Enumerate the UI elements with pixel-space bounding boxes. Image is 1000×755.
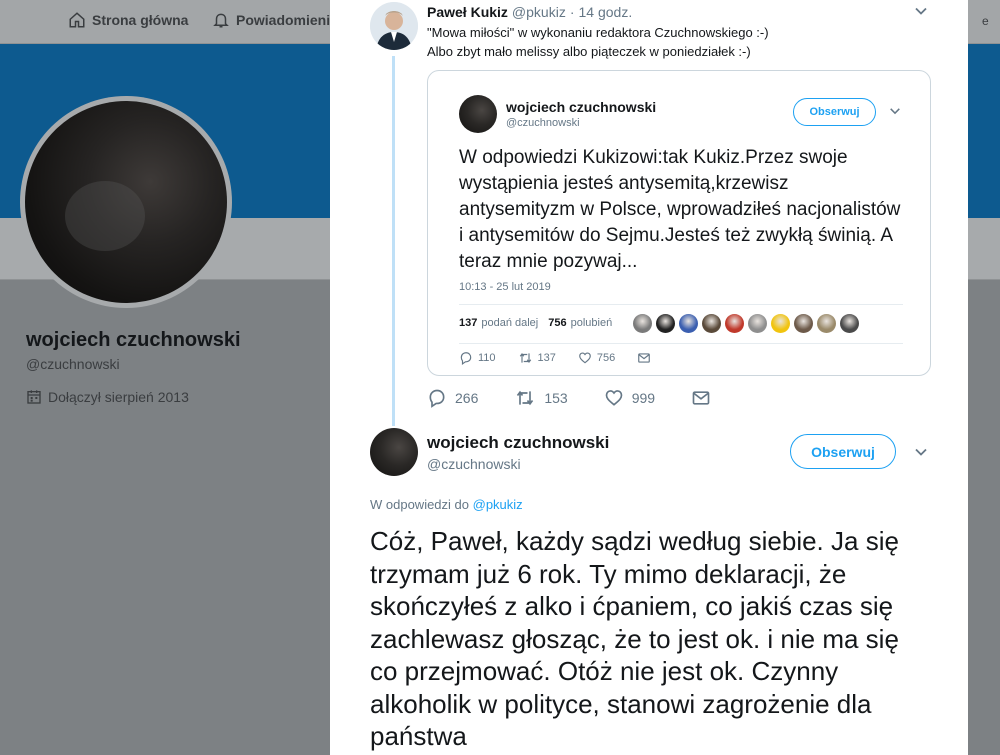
quoted-like-label: polubień (570, 317, 613, 329)
liker-avatar[interactable] (633, 314, 652, 333)
nav-notifications[interactable]: Powiadomienia (212, 11, 338, 29)
liker-avatar[interactable] (702, 314, 721, 333)
envelope-icon (638, 353, 651, 363)
profile-joined-date: Dołączył sierpień 2013 (26, 389, 189, 405)
quoted-tweet-stats: 137 podań dalej 756 polubień (459, 317, 612, 329)
heart-icon (605, 390, 623, 406)
parent-tweet-avatar[interactable] (370, 2, 418, 50)
header-separator: · (569, 4, 575, 20)
quoted-like-action-count: 756 (596, 352, 616, 364)
chevron-down-icon (890, 108, 900, 115)
reply-tweet-text: Cóż, Paweł, każdy sądzi według siebie. J… (370, 526, 899, 751)
calendar-icon (27, 390, 41, 404)
quoted-reply-button[interactable]: 110 (459, 351, 496, 365)
bell-icon (213, 13, 229, 28)
reply-tweet-menu[interactable] (914, 445, 928, 464)
liker-avatar[interactable] (748, 314, 767, 333)
reply-count: 266 (455, 390, 479, 406)
liker-avatar[interactable] (656, 314, 675, 333)
liker-avatar[interactable] (679, 314, 698, 333)
quoted-tweet-timestamp[interactable]: 10:13 - 25 lut 2019 (459, 281, 551, 293)
divider (459, 343, 903, 344)
profile-avatar[interactable] (20, 96, 232, 308)
profile-joined-label: Dołączył sierpień 2013 (48, 389, 189, 405)
chevron-down-icon (915, 448, 927, 456)
nav-right-fragment: e (982, 14, 989, 28)
parent-tweet-time[interactable]: 14 godz. (579, 4, 633, 20)
reply-icon (429, 389, 445, 408)
reply-context: W odpowiedzi do @pkukiz (370, 497, 523, 512)
parent-tweet-menu[interactable] (914, 4, 928, 23)
profile-name: wojciech czuchnowski (26, 329, 241, 351)
reply-icon (460, 352, 472, 365)
reply-context-mention[interactable]: @pkukiz (473, 497, 523, 512)
reply-follow-button[interactable]: Obserwuj (790, 434, 896, 469)
heart-icon (579, 352, 591, 364)
quoted-tweet-text: W odpowiedzi Kukizowi:tak Kukiz.Przez sw… (459, 147, 901, 272)
quoted-tweet-actions: 110 137 756 (459, 351, 673, 365)
like-button[interactable]: 999 (604, 388, 655, 408)
liker-avatar[interactable] (725, 314, 744, 333)
tweet-conversation-modal: Paweł Kukiz @pkukiz · 14 godz. "Mowa mił… (330, 0, 968, 755)
parent-author-handle[interactable]: @pkukiz (512, 4, 566, 20)
divider (459, 304, 903, 305)
liker-avatar[interactable] (794, 314, 813, 333)
quoted-like-button[interactable]: 756 (578, 351, 615, 365)
quoted-message-button[interactable] (637, 351, 651, 365)
parent-tweet-actions: 266 153 999 (427, 388, 747, 408)
profile-handle: @czuchnowski (26, 356, 120, 372)
parent-tweet-header: Paweł Kukiz @pkukiz · 14 godz. (427, 4, 632, 20)
reply-tweet-avatar[interactable] (370, 428, 418, 476)
quoted-tweet-avatar[interactable] (459, 95, 497, 133)
nav-home[interactable]: Strona główna (68, 11, 188, 29)
quoted-author-name[interactable]: wojciech czuchnowski (506, 99, 656, 115)
quoted-like-count[interactable]: 756 (548, 317, 566, 329)
direct-message-button[interactable] (691, 388, 711, 408)
liker-avatar[interactable] (840, 314, 859, 333)
liker-avatar[interactable] (771, 314, 790, 333)
liker-avatars (633, 314, 859, 333)
parent-author-name[interactable]: Paweł Kukiz (427, 4, 508, 20)
chevron-down-icon (915, 7, 927, 15)
retweet-count: 153 (544, 390, 568, 406)
envelope-icon (692, 391, 710, 405)
quoted-retweet-count[interactable]: 137 (459, 317, 477, 329)
quoted-retweet-action-count: 137 (537, 352, 556, 364)
quoted-tweet-card[interactable]: wojciech czuchnowski @czuchnowski Obserw… (427, 70, 931, 376)
reply-context-prefix: W odpowiedzi do (370, 497, 469, 512)
home-icon (69, 12, 85, 28)
liker-avatar[interactable] (817, 314, 836, 333)
reply-author-name[interactable]: wojciech czuchnowski (427, 433, 609, 453)
nav-notifications-label: Powiadomienia (236, 12, 338, 28)
nav-home-label: Strona główna (92, 12, 189, 28)
quoted-reply-count: 110 (478, 352, 496, 364)
quoted-retweet-label: podań dalej (481, 317, 539, 329)
quoted-follow-button[interactable]: Obserwuj (793, 98, 876, 126)
quoted-retweet-button[interactable]: 137 (518, 351, 556, 365)
parent-tweet-text-line1: "Mowa miłości" w wykonaniu redaktora Czu… (427, 25, 769, 40)
quoted-author-handle[interactable]: @czuchnowski (506, 117, 580, 129)
retweet-icon (517, 390, 534, 406)
reply-button[interactable]: 266 (427, 388, 478, 408)
reply-author-handle[interactable]: @czuchnowski (427, 456, 521, 472)
parent-tweet-text: "Mowa miłości" w wykonaniu redaktora Czu… (427, 23, 927, 61)
like-count: 999 (631, 390, 656, 406)
thread-connector-line (392, 56, 395, 426)
retweet-button[interactable]: 153 (514, 388, 568, 408)
quoted-tweet-menu[interactable] (889, 104, 901, 122)
parent-tweet-text-line2: Albo zbyt mało melissy albo piąteczek w … (427, 44, 751, 59)
retweet-icon (519, 352, 531, 364)
